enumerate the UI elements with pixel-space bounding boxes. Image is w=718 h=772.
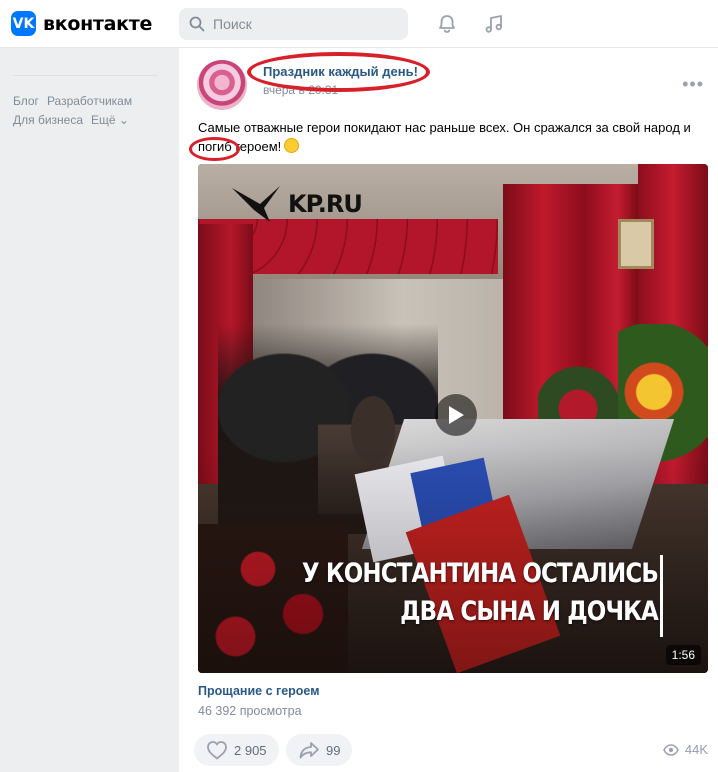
vk-logo-icon: VK [11, 11, 36, 36]
caption-bar [660, 555, 663, 637]
bell-icon [439, 15, 455, 33]
kp-brand-text: KP.RU [288, 190, 363, 218]
sidebar-footer-links: Блог Разработчикам Для бизнеса Ещё ⌄ [13, 92, 163, 130]
video-title[interactable]: Прощание с героем [198, 684, 319, 698]
post-author[interactable]: Праздник каждый день! [263, 64, 418, 79]
vk-logo[interactable]: VK вконтакте [11, 11, 152, 36]
play-icon [449, 406, 464, 424]
video-views: 46 392 просмотра [198, 704, 302, 718]
kp-logo: KP.RU [230, 184, 363, 224]
avatar[interactable] [197, 60, 247, 110]
play-button[interactable] [435, 394, 477, 436]
top-bar: VK вконтакте [0, 0, 718, 48]
emoji-icon [284, 138, 300, 153]
post-date[interactable]: вчера в 20:31 [263, 83, 338, 97]
video-duration: 1:56 [665, 645, 701, 665]
search-box[interactable] [179, 8, 408, 40]
heart-icon [207, 741, 227, 760]
video-caption: У КОНСТАНТИНА ОСТАЛИСЬ ДВА СЫНА И ДОЧКА [301, 555, 659, 631]
more-dots-icon[interactable]: ••• [682, 74, 704, 95]
logo-text: вконтакте [43, 12, 153, 35]
music-button[interactable] [481, 11, 507, 37]
post-card: Праздник каждый день! вчера в 20:31 ••• … [179, 48, 718, 772]
music-note-icon [485, 15, 502, 33]
post-text: Самые отважные герои покидают нас раньше… [198, 118, 708, 156]
kp-bird-icon [232, 186, 280, 222]
share-button[interactable]: 99 [286, 734, 353, 766]
search-icon [189, 16, 205, 32]
sidebar-divider [13, 75, 158, 76]
footer-link-developers[interactable]: Разработчикам [47, 94, 132, 108]
footer-link-blog[interactable]: Блог [13, 94, 39, 108]
footer-link-business[interactable]: Для бизнеса [13, 113, 83, 127]
post-text-end: героем! [231, 139, 282, 154]
share-arrow-icon [299, 742, 319, 759]
share-count: 99 [326, 742, 341, 758]
video-player[interactable]: KP.RU У КОНСТАНТИНА ОСТАЛИСЬ ДВА СЫНА И … [198, 164, 708, 673]
video-caption-line-1: У КОНСТАНТИНА ОСТАЛИСЬ [301, 558, 659, 589]
views-count: 44K [684, 742, 708, 757]
like-button[interactable]: 2 905 [194, 734, 279, 766]
notifications-button[interactable] [434, 11, 460, 37]
post-text-highlight: погиб [198, 139, 232, 154]
search-input[interactable] [213, 16, 393, 32]
like-count: 2 905 [234, 742, 267, 758]
post-views: 44K [663, 742, 708, 757]
footer-link-more[interactable]: Ещё ⌄ [91, 113, 129, 127]
post-text-start: Самые отважные герои покидают нас раньше… [198, 120, 691, 135]
video-caption-line-2: ДВА СЫНА И ДОЧКА [400, 596, 659, 627]
eye-icon [663, 743, 679, 756]
